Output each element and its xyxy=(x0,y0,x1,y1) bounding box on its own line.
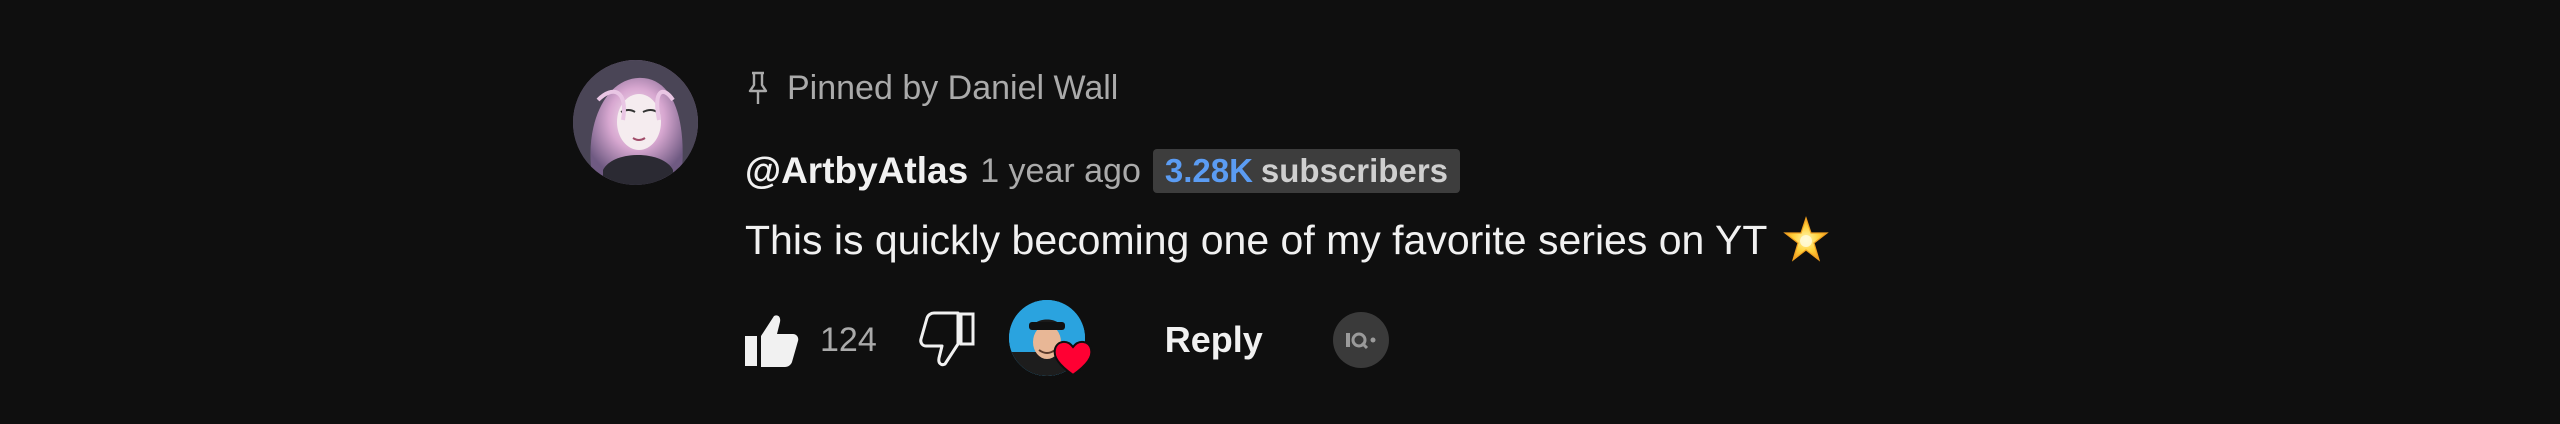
like-count: 124 xyxy=(820,320,877,359)
commenter-avatar[interactable] xyxy=(573,60,698,185)
subscriber-label: subscribers xyxy=(1260,152,1449,189)
extension-icon xyxy=(1345,332,1376,350)
subscriber-badge: 3.28K subscribers xyxy=(1152,149,1461,193)
pinned-label: Pinned by Daniel Wall xyxy=(787,68,1119,107)
pin-icon xyxy=(745,70,771,106)
dislike-button[interactable] xyxy=(917,309,979,371)
comment-text: This is quickly becoming one of my favor… xyxy=(745,216,1768,263)
subscriber-count: 3.28K xyxy=(1164,152,1253,189)
star-emoji-icon xyxy=(1781,215,1831,265)
like-button[interactable] xyxy=(740,309,802,371)
author-name[interactable]: @ArtbyAtlas xyxy=(745,150,968,192)
comment-timestamp[interactable]: 1 year ago xyxy=(980,152,1141,191)
comment-actions: 124 Reply xyxy=(740,300,1389,380)
thumbs-down-icon xyxy=(918,311,975,367)
reply-button[interactable]: Reply xyxy=(1165,319,1263,361)
heart-icon xyxy=(1051,338,1095,378)
extension-button[interactable] xyxy=(1332,312,1389,368)
creator-heart[interactable] xyxy=(1008,300,1095,380)
comment-header: @ArtbyAtlas 1 year ago 3.28K subscribers xyxy=(745,145,1461,197)
thumbs-up-icon xyxy=(745,315,799,367)
comment-body: This is quickly becoming one of my favor… xyxy=(745,210,1831,270)
pinned-indicator: Pinned by Daniel Wall xyxy=(745,65,1118,111)
